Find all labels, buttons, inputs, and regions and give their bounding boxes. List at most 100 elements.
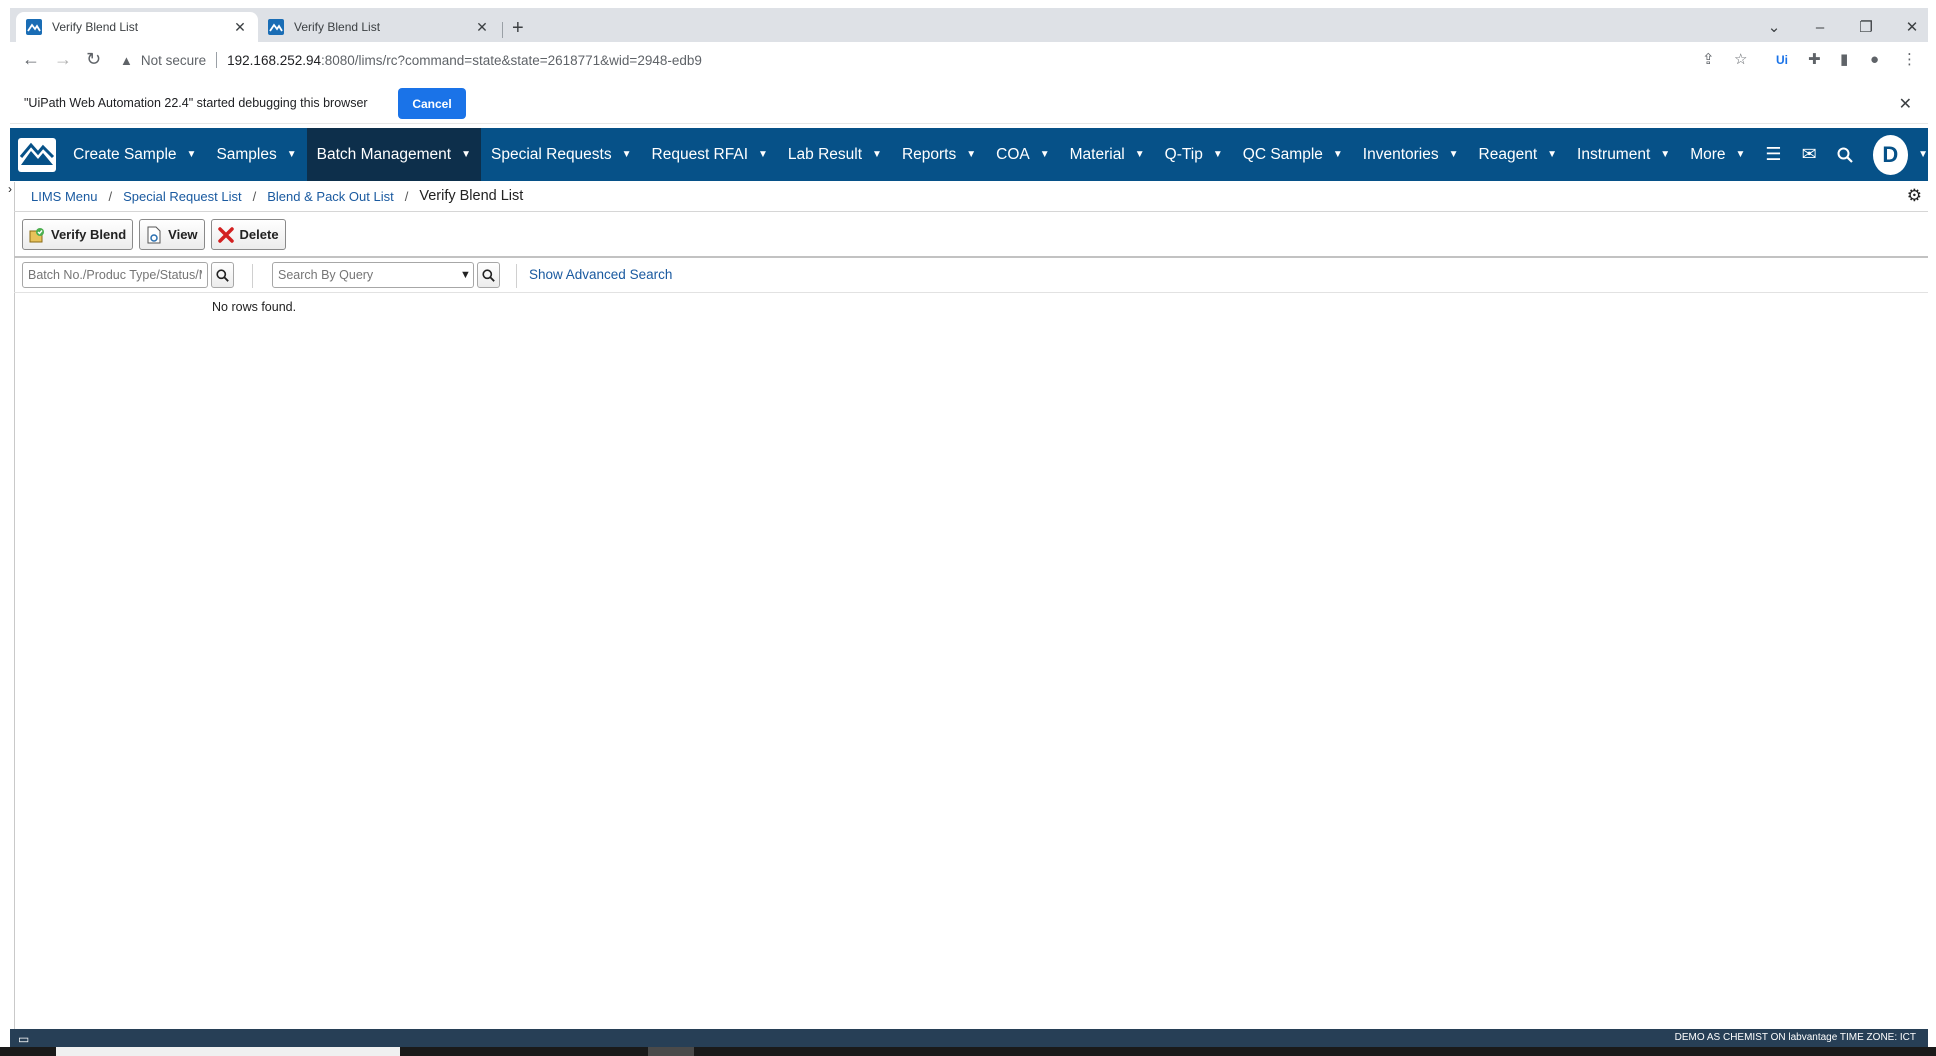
nav-more[interactable]: More ▼	[1680, 128, 1755, 181]
nav-reports[interactable]: Reports ▼	[892, 128, 986, 181]
nav-special-requests[interactable]: Special Requests ▼	[481, 128, 642, 181]
caret-down-icon: ▼	[621, 149, 632, 160]
nav-label: Special Requests	[490, 145, 612, 163]
show-advanced-search-link[interactable]: Show Advanced Search	[529, 267, 672, 282]
divider	[14, 292, 1928, 293]
view-document-icon	[145, 226, 163, 244]
breadcrumb-link-special-request-list[interactable]: Special Request List	[123, 189, 242, 204]
breadcrumb-link-blend-pack-out-list[interactable]: Blend & Pack Out List	[267, 189, 393, 204]
nav-label: Request RFAI	[651, 145, 749, 163]
caret-down-icon[interactable]: ▼	[1918, 149, 1928, 160]
caret-down-icon: ▼	[1134, 149, 1145, 160]
button-label: Verify Blend	[51, 227, 127, 242]
search-icon	[216, 268, 229, 282]
view-button[interactable]: View	[139, 219, 205, 250]
nav-label: Reports	[901, 145, 957, 163]
breadcrumb-link-lims-menu[interactable]: LIMS Menu	[31, 189, 97, 204]
query-search-button[interactable]	[477, 262, 500, 288]
button-label: View	[168, 227, 198, 242]
nav-q-tip[interactable]: Q-Tip ▼	[1155, 128, 1233, 181]
close-icon[interactable]: ✕	[474, 19, 490, 36]
delete-button[interactable]: Delete	[210, 219, 286, 250]
url-host: 192.168.252.94	[227, 52, 321, 68]
browser-tab-2[interactable]: Verify Blend List ✕	[258, 12, 500, 42]
nav-request-rfai[interactable]: Request RFAI ▼	[642, 128, 778, 181]
user-avatar[interactable]: D	[1872, 134, 1909, 175]
monitor-icon[interactable]: ▭	[18, 1032, 29, 1046]
nav-instrument[interactable]: Instrument ▼	[1567, 128, 1680, 181]
back-arrow-icon[interactable]: ←	[22, 50, 40, 68]
labvantage-favicon-icon	[268, 19, 284, 35]
button-label: Delete	[239, 227, 279, 242]
breadcrumb-separator: /	[108, 188, 113, 204]
nav-create-sample[interactable]: Create Sample ▼	[63, 128, 206, 181]
gear-icon[interactable]: ⚙	[1907, 186, 1922, 206]
search-by-query-select[interactable]	[272, 262, 474, 288]
caret-down-icon: ▼	[461, 149, 471, 160]
verify-blend-button[interactable]: Verify Blend	[22, 219, 134, 250]
nav-inventories[interactable]: Inventories ▼	[1353, 128, 1469, 181]
search-icon[interactable]	[1827, 128, 1863, 181]
nav-material[interactable]: Material ▼	[1060, 128, 1155, 181]
verify-blend-icon	[28, 226, 46, 244]
reload-icon[interactable]: ↻	[86, 50, 101, 68]
debug-infobar: "UiPath Web Automation 22.4" started deb…	[10, 82, 1928, 124]
divider	[14, 211, 1928, 212]
batch-filter-input[interactable]	[22, 262, 208, 288]
nav-reagent[interactable]: Reagent ▼	[1469, 128, 1568, 181]
address-bar-row: ← → ↻ ▲ Not secure 192.168.252.94:8080/l…	[10, 42, 1928, 78]
profile-icon[interactable]: ●	[1870, 52, 1879, 68]
nav-label: Inventories	[1362, 145, 1439, 163]
nav-lab-result[interactable]: Lab Result ▼	[778, 128, 892, 181]
nav-qc-sample[interactable]: QC Sample ▼	[1233, 128, 1353, 181]
share-icon[interactable]: ⇪	[1702, 52, 1715, 68]
taskbar-item[interactable]	[56, 1047, 400, 1056]
close-icon[interactable]: ✕	[232, 19, 248, 36]
nav-label: Material	[1069, 145, 1125, 163]
dropdown-caret-icon[interactable]: ▼	[460, 262, 471, 288]
nav-label: COA	[996, 145, 1030, 163]
close-icon[interactable]: ✕	[1899, 94, 1912, 114]
nav-samples[interactable]: Samples ▼	[206, 128, 306, 181]
mail-icon[interactable]: ✉	[1792, 128, 1827, 181]
new-tab-icon[interactable]: +	[512, 18, 524, 38]
filter-search-button[interactable]	[211, 262, 234, 288]
hamburger-menu-icon[interactable]: ☰	[1755, 128, 1791, 181]
caret-down-icon: ▼	[1332, 149, 1343, 160]
action-toolbar: Verify Blend View Delete	[22, 219, 292, 250]
taskbar-item[interactable]	[648, 1047, 694, 1056]
side-panel-icon[interactable]: ▮	[1840, 52, 1848, 68]
nav-label: Q-Tip	[1164, 145, 1203, 163]
restore-icon[interactable]: ❐	[1856, 20, 1876, 36]
forward-arrow-icon[interactable]: →	[54, 50, 72, 68]
security-label: Not secure	[140, 52, 207, 68]
nav-coa[interactable]: COA ▼	[986, 128, 1060, 181]
labvantage-logo-icon[interactable]	[10, 128, 63, 181]
uipath-extension-icon[interactable]: Ui	[1776, 52, 1788, 68]
browser-tab-1[interactable]: Verify Blend List ✕	[16, 12, 258, 42]
caret-down-icon: ▼	[872, 149, 882, 160]
cancel-debugging-button[interactable]: Cancel	[398, 88, 466, 119]
nav-batch-management[interactable]: Batch Management ▼	[306, 128, 481, 181]
sidebar-expand-icon[interactable]: ›	[8, 182, 12, 196]
minimize-icon[interactable]: –	[1810, 20, 1830, 36]
caret-down-icon: ▼	[1212, 149, 1223, 160]
warning-icon: ▲	[120, 52, 133, 68]
window-close-icon[interactable]: ✕	[1902, 20, 1922, 36]
status-text: DEMO AS CHEMIST ON labvantage TIME ZONE:…	[1674, 1032, 1916, 1043]
browser-menu-icon[interactable]: ⋮	[1902, 52, 1917, 68]
caret-down-icon: ▼	[186, 149, 197, 160]
sidebar-divider	[14, 182, 15, 1030]
status-bar: ▭ DEMO AS CHEMIST ON labvantage TIME ZON…	[10, 1029, 1928, 1047]
page-title: Verify Blend List	[419, 188, 524, 204]
divider	[252, 264, 253, 288]
divider	[216, 52, 218, 68]
tab-title: Verify Blend List	[52, 20, 139, 34]
search-icon	[482, 268, 495, 282]
extensions-puzzle-icon[interactable]: ✚	[1808, 52, 1821, 68]
caret-down-icon: ▼	[966, 149, 977, 160]
divider	[516, 264, 517, 288]
address-bar[interactable]: ▲ Not secure 192.168.252.94:8080/lims/rc…	[120, 46, 1800, 74]
tab-search-chevron-icon[interactable]: ⌄	[1764, 20, 1784, 36]
bookmark-star-icon[interactable]: ☆	[1734, 52, 1747, 68]
